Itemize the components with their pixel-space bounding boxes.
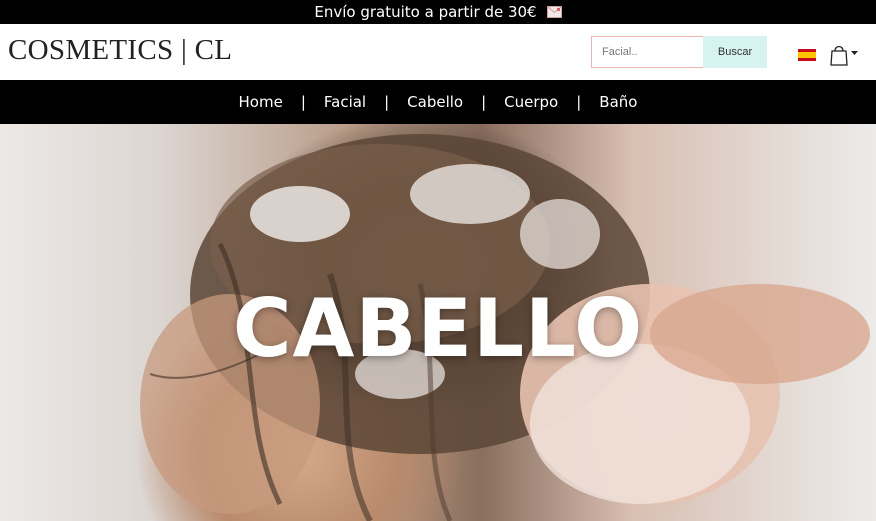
hero-title: CABELLO [232, 282, 644, 375]
nav-separator: | [576, 93, 582, 111]
cart-dropdown[interactable] [828, 43, 860, 67]
spain-flag-icon[interactable] [798, 49, 816, 61]
chevron-down-icon [851, 51, 858, 55]
main-nav: Home | Facial | Cabello | Cuerpo | Baño [0, 80, 876, 124]
nav-item-cabello[interactable]: Cabello [407, 93, 463, 111]
nav-separator: | [300, 93, 306, 111]
envelope-icon [546, 6, 562, 18]
hero-banner: CABELLO [0, 124, 876, 521]
search-button[interactable]: Buscar [703, 36, 767, 68]
site-logo[interactable]: COSMETICS | CL [8, 34, 232, 67]
nav-separator: | [384, 93, 390, 111]
promo-bar: Envío gratuito a partir de 30€ [0, 0, 876, 24]
nav-item-bano[interactable]: Baño [599, 93, 637, 111]
site-header: COSMETICS | CL Buscar [0, 24, 876, 80]
nav-item-home[interactable]: Home [239, 93, 283, 111]
search-form: Buscar [591, 36, 767, 68]
shopping-bag-icon[interactable] [828, 43, 860, 67]
search-input[interactable] [591, 36, 703, 68]
nav-item-facial[interactable]: Facial [324, 93, 366, 111]
nav-item-cuerpo[interactable]: Cuerpo [504, 93, 558, 111]
nav-separator: | [481, 93, 487, 111]
promo-text: Envío gratuito a partir de 30€ [314, 3, 537, 21]
